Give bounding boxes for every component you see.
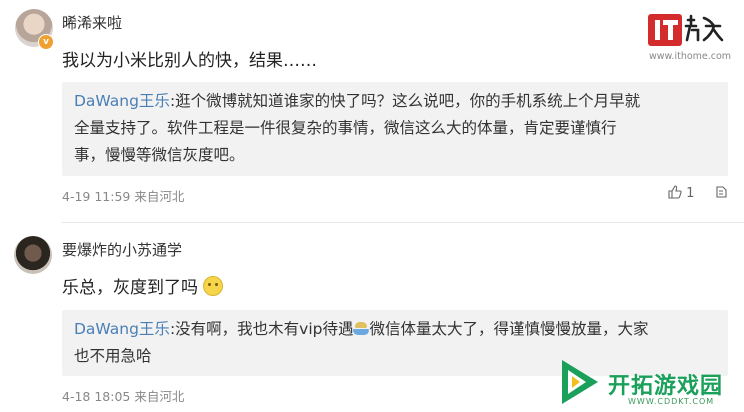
cddkt-url: WWW.CDDKT.COM <box>628 397 715 406</box>
reply-box: DaWang王乐:逛个微博就知道谁家的快了吗？这么说吧，你的手机系统上个月早就 … <box>62 82 728 176</box>
like-button[interactable]: 1 <box>668 185 694 201</box>
reply-text: 也不用急哈 <box>74 347 152 365</box>
comment-meta: 4-18 18:05 来自河北 <box>62 389 185 404</box>
reply-box: DaWang王乐:没有啊，我也木有vip待遇 微信体量太大了，得谨慎慢慢放量，大家… <box>62 310 728 376</box>
like-count: 1 <box>686 186 695 201</box>
comment-meta: 4-19 11:59 来自河北 <box>62 189 185 204</box>
thumbs-up-icon <box>668 185 682 199</box>
ithome-url: www.ithome.com <box>649 51 732 62</box>
username[interactable]: 晞浠来啦 <box>62 12 122 33</box>
smile-emoji-icon <box>203 276 224 296</box>
comment-text: 乐总，灰度到了吗 <box>62 273 224 298</box>
reply-username[interactable]: DaWang王乐 <box>74 320 170 338</box>
reply-username[interactable]: DaWang王乐 <box>74 92 170 110</box>
more-button[interactable] <box>714 185 728 201</box>
comment-text: 我以为小米比别人的快，结果…… <box>62 51 317 71</box>
more-icon <box>716 186 727 198</box>
reply-text: :逛个微博就知道谁家的快了吗？这么说吧，你的手机系统上个月早就 <box>169 92 641 110</box>
ithome-logo <box>648 12 736 52</box>
reply-text: 事，慢慢等微信灰度吧。 <box>74 146 245 164</box>
avatar[interactable] <box>14 236 52 274</box>
verified-badge-icon: v <box>38 34 54 50</box>
vip-emoji-icon <box>353 322 370 336</box>
reply-text: 全量支持了。软件工程是一件很复杂的事情，微信这么大的体量，肯定要谨慎行 <box>74 119 617 137</box>
cddkt-logo-icon <box>556 356 604 412</box>
username[interactable]: 要爆炸的小苏通学 <box>62 239 182 260</box>
cddkt-title: 开拓游戏园 <box>608 374 724 399</box>
divider <box>62 222 744 223</box>
reply-text: :没有啊，我也木有vip待遇 <box>169 320 354 338</box>
reply-text: 微信体量太大了，得谨慎慢慢放量，大家 <box>369 320 649 338</box>
